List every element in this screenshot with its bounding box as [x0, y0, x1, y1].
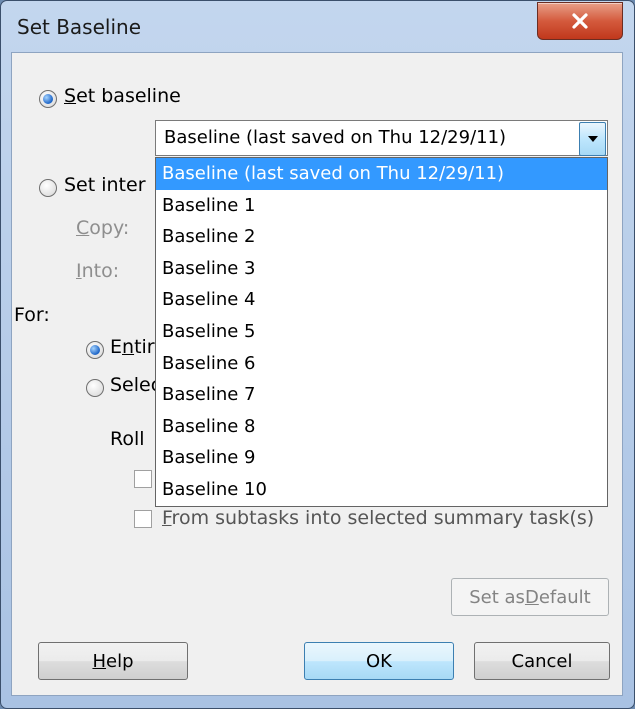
dropdown-item[interactable]: Baseline 6 [156, 348, 607, 380]
help-button[interactable]: Help [38, 642, 188, 680]
help-access-key: H [92, 650, 107, 672]
title-bar-ghost-text [321, 7, 325, 20]
entire-label-start: E [110, 336, 123, 358]
selected-tasks-radio[interactable] [86, 379, 104, 397]
from-subtasks-label-text: rom subtasks into selected summary task(… [171, 507, 595, 529]
cancel-button[interactable]: Cancel [474, 642, 610, 680]
from-subtasks-label[interactable]: From subtasks into selected summary task… [162, 507, 594, 529]
baseline-combo-value: Baseline (last saved on Thu 12/29/11) [164, 127, 507, 148]
set-as-default-button[interactable]: Set as Default [451, 578, 609, 616]
entire-project-radio[interactable] [86, 341, 104, 359]
dropdown-item[interactable]: Baseline 4 [156, 284, 607, 316]
into-label-text: nto: [81, 260, 120, 282]
copy-access-key: C [76, 217, 90, 239]
close-icon [572, 13, 588, 29]
dialog-title: Set Baseline [17, 15, 141, 39]
radio-selected-dot [90, 345, 100, 355]
dialog-content: Set baseline Baseline (last saved on Thu… [11, 52, 623, 696]
dropdown-item[interactable]: Baseline 9 [156, 442, 607, 474]
set-interim-label[interactable]: Set inter [64, 174, 146, 196]
dropdown-item[interactable]: Baseline 8 [156, 411, 607, 443]
copy-label-text: opy: [89, 217, 130, 239]
into-label: Into: [76, 260, 119, 282]
copy-label: Copy: [76, 217, 129, 239]
from-subtasks-access-key: F [162, 507, 172, 529]
combo-dropdown-button[interactable] [579, 122, 606, 156]
entire-access-key: n [122, 336, 135, 358]
dropdown-item[interactable]: Baseline 3 [156, 253, 607, 285]
baseline-dropdown-list[interactable]: Baseline (last saved on Thu 12/29/11) Ba… [155, 157, 608, 507]
baseline-combo[interactable]: Baseline (last saved on Thu 12/29/11) [155, 120, 608, 156]
dropdown-item[interactable]: Baseline 7 [156, 379, 607, 411]
dropdown-item[interactable]: Baseline 2 [156, 221, 607, 253]
set-interim-radio[interactable] [39, 179, 57, 197]
set-baseline-label[interactable]: Set baseline [64, 85, 181, 107]
roll-up-label: Roll [110, 428, 145, 450]
chevron-down-icon [587, 136, 598, 142]
dropdown-item[interactable]: Baseline 10 [156, 474, 607, 506]
set-baseline-access-key: S [64, 85, 77, 107]
roll-up-to-summary-checkbox[interactable] [134, 470, 152, 488]
set-baseline-dialog: Set Baseline Set baseline Baseline (last… [0, 0, 635, 709]
help-label: elp [106, 650, 134, 672]
close-button[interactable] [537, 2, 623, 40]
entire-project-label[interactable]: Entir [110, 336, 155, 358]
radio-selected-dot [43, 94, 53, 104]
selected-tasks-label[interactable]: Selec [110, 374, 161, 396]
dropdown-item[interactable]: Baseline 5 [156, 316, 607, 348]
set-default-access-key: D [524, 586, 539, 608]
for-label: For: [14, 304, 50, 326]
dropdown-item[interactable]: Baseline (last saved on Thu 12/29/11) [156, 158, 607, 190]
ok-button[interactable]: OK [304, 642, 454, 680]
entire-label-end: tir [134, 336, 155, 358]
from-subtasks-checkbox[interactable] [134, 510, 152, 528]
set-baseline-label-text: et baseline [76, 85, 181, 107]
dropdown-item[interactable]: Baseline 1 [156, 190, 607, 222]
title-bar[interactable]: Set Baseline [1, 1, 634, 51]
set-default-label-end: efault [538, 586, 591, 608]
set-default-label-start: Set as [469, 586, 525, 608]
set-baseline-radio[interactable] [39, 90, 57, 108]
